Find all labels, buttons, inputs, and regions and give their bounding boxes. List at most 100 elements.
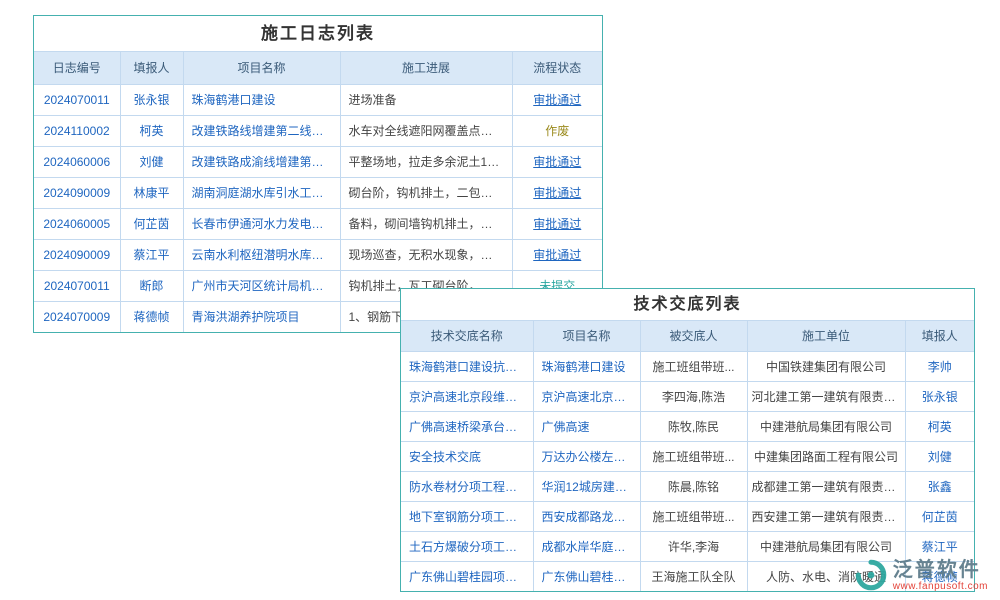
- table-row[interactable]: 2024090009林康平湖南洞庭湖水库引水工程...砌台阶，钩机排土，二包砌间…: [34, 177, 602, 208]
- log-id-cell[interactable]: 2024060005: [34, 208, 120, 239]
- construction-unit-cell: 中国铁建集团有限公司: [747, 351, 905, 381]
- table-row[interactable]: 2024090009蔡江平云南水利枢纽潜明水库一...现场巡查，无积水现象，水马…: [34, 239, 602, 270]
- project-name-cell[interactable]: 珠海鹤港口建设: [183, 84, 340, 115]
- table-row[interactable]: 土石方爆破分项工程...成都水岸华庭名苑...许华,李海中建港航局集团有限公司蔡…: [401, 531, 974, 561]
- table-row[interactable]: 珠海鹤港口建设抗浮...珠海鹤港口建设施工班组带班...中国铁建集团有限公司李帅: [401, 351, 974, 381]
- status-cell[interactable]: 作废: [512, 115, 602, 146]
- table-row[interactable]: 2024110002柯英改建铁路线增建第二线直...水车对全线遮阳网覆盖点进行.…: [34, 115, 602, 146]
- project-name-cell[interactable]: 长春市伊通河水力发电厂...: [183, 208, 340, 239]
- construction-unit-cell: 中建港航局集团有限公司: [747, 411, 905, 441]
- table-row[interactable]: 安全技术交底万达办公楼左侧A...施工班组带班...中建集团路面工程有限公司刘健: [401, 441, 974, 471]
- progress-cell: 砌台阶，钩机排土，二包砌间...: [340, 177, 512, 208]
- status-cell[interactable]: 审批通过: [512, 84, 602, 115]
- col-header-project: 项目名称: [183, 52, 340, 84]
- fanpu-watermark: 泛普软件 www.fanpusoft.com: [854, 558, 988, 592]
- disclosed-person-cell: 陈牧,陈民: [640, 411, 747, 441]
- technical-disclosure-table: 技术交底名称 项目名称 被交底人 施工单位 填报人 珠海鹤港口建设抗浮...珠海…: [401, 321, 974, 591]
- table-row[interactable]: 2024070011张永银珠海鹤港口建设进场准备审批通过: [34, 84, 602, 115]
- progress-cell: 水车对全线遮阳网覆盖点进行...: [340, 115, 512, 146]
- log-id-cell[interactable]: 2024070011: [34, 270, 120, 301]
- table-row[interactable]: 广佛高速桥梁承台施...广佛高速陈牧,陈民中建港航局集团有限公司柯英: [401, 411, 974, 441]
- project-name-cell[interactable]: 成都水岸华庭名苑...: [533, 531, 640, 561]
- project-name-cell[interactable]: 改建铁路成渝线增建第二...: [183, 146, 340, 177]
- table-row[interactable]: 2024060005何芷茵长春市伊通河水力发电厂...备料，砌间墙钩机排土，瓦工…: [34, 208, 602, 239]
- status-cell[interactable]: 审批通过: [512, 177, 602, 208]
- filler-cell[interactable]: 张永银: [120, 84, 183, 115]
- fanpu-logo-icon: [854, 558, 888, 592]
- col-header-disclosure-name: 技术交底名称: [401, 321, 533, 351]
- filler-cell[interactable]: 李帅: [905, 351, 974, 381]
- log-id-cell[interactable]: 2024110002: [34, 115, 120, 146]
- table-row[interactable]: 防水卷材分项工程施...华润12城房建工...陈晨,陈铭成都建工第一建筑有限责任…: [401, 471, 974, 501]
- project-name-cell[interactable]: 广佛高速: [533, 411, 640, 441]
- log-id-cell[interactable]: 2024070011: [34, 84, 120, 115]
- project-name-cell[interactable]: 改建铁路线增建第二线直...: [183, 115, 340, 146]
- disclosed-person-cell: 王海施工队全队: [640, 561, 747, 591]
- project-name-cell[interactable]: 云南水利枢纽潜明水库一...: [183, 239, 340, 270]
- project-name-cell[interactable]: 万达办公楼左侧A...: [533, 441, 640, 471]
- col-header-filler: 填报人: [120, 52, 183, 84]
- filler-cell[interactable]: 柯英: [120, 115, 183, 146]
- construction-unit-cell: 中建集团路面工程有限公司: [747, 441, 905, 471]
- table-row[interactable]: 地下室钢筋分项工程...西安成都路龙湖上...施工班组带班...西安建工第一建筑…: [401, 501, 974, 531]
- construction-log-panel: 施工日志列表 日志编号 填报人 项目名称 施工进展 流程状态 202407001…: [33, 15, 603, 333]
- disclosed-person-cell: 施工班组带班...: [640, 441, 747, 471]
- col-header-construction-unit: 施工单位: [747, 321, 905, 351]
- disclosed-person-cell: 陈晨,陈铭: [640, 471, 747, 501]
- filler-cell[interactable]: 何芷茵: [905, 501, 974, 531]
- filler-cell[interactable]: 蔡江平: [905, 531, 974, 561]
- filler-cell[interactable]: 张鑫: [905, 471, 974, 501]
- log-id-cell[interactable]: 2024090009: [34, 239, 120, 270]
- progress-cell: 平整场地，拉走多余泥土15辆...: [340, 146, 512, 177]
- col-header-disclosed-person: 被交底人: [640, 321, 747, 351]
- log-id-cell[interactable]: 2024070009: [34, 301, 120, 332]
- disclosure-name-cell[interactable]: 广佛高速桥梁承台施...: [401, 411, 533, 441]
- construction-unit-cell: 成都建工第一建筑有限责任公司: [747, 471, 905, 501]
- col-header-status: 流程状态: [512, 52, 602, 84]
- progress-cell: 备料，砌间墙钩机排土，瓦工...: [340, 208, 512, 239]
- technical-disclosure-title: 技术交底列表: [401, 289, 974, 321]
- disclosure-name-cell[interactable]: 广东佛山碧桂园项目...: [401, 561, 533, 591]
- disclosure-name-cell[interactable]: 京沪高速北京段维修...: [401, 381, 533, 411]
- disclosed-person-cell: 施工班组带班...: [640, 501, 747, 531]
- table-row[interactable]: 京沪高速北京段维修...京沪高速北京段维修李四海,陈浩河北建工第一建筑有限责任公…: [401, 381, 974, 411]
- filler-cell[interactable]: 刘健: [120, 146, 183, 177]
- construction-log-title: 施工日志列表: [34, 16, 602, 52]
- project-name-cell[interactable]: 湖南洞庭湖水库引水工程...: [183, 177, 340, 208]
- project-name-cell[interactable]: 华润12城房建工...: [533, 471, 640, 501]
- col-header-project: 项目名称: [533, 321, 640, 351]
- project-name-cell[interactable]: 西安成都路龙湖上...: [533, 501, 640, 531]
- log-id-cell[interactable]: 2024090009: [34, 177, 120, 208]
- status-cell[interactable]: 审批通过: [512, 239, 602, 270]
- filler-cell[interactable]: 林康平: [120, 177, 183, 208]
- disclosure-name-cell[interactable]: 珠海鹤港口建设抗浮...: [401, 351, 533, 381]
- project-name-cell[interactable]: 广东佛山碧桂园项目: [533, 561, 640, 591]
- filler-cell[interactable]: 刘健: [905, 441, 974, 471]
- progress-cell: 现场巡查，无积水现象，水马...: [340, 239, 512, 270]
- project-name-cell[interactable]: 青海洪湖养护院项目: [183, 301, 340, 332]
- technical-disclosure-panel: 技术交底列表 技术交底名称 项目名称 被交底人 施工单位 填报人 珠海鹤港口建设…: [400, 288, 975, 592]
- filler-cell[interactable]: 张永银: [905, 381, 974, 411]
- filler-cell[interactable]: 何芷茵: [120, 208, 183, 239]
- filler-cell[interactable]: 柯英: [905, 411, 974, 441]
- filler-cell[interactable]: 蔡江平: [120, 239, 183, 270]
- status-cell[interactable]: 审批通过: [512, 208, 602, 239]
- technical-disclosure-body: 珠海鹤港口建设抗浮...珠海鹤港口建设施工班组带班...中国铁建集团有限公司李帅…: [401, 351, 974, 591]
- disclosed-person-cell: 施工班组带班...: [640, 351, 747, 381]
- header-row: 日志编号 填报人 项目名称 施工进展 流程状态: [34, 52, 602, 84]
- col-header-progress: 施工进展: [340, 52, 512, 84]
- col-header-filler: 填报人: [905, 321, 974, 351]
- disclosed-person-cell: 许华,李海: [640, 531, 747, 561]
- filler-cell[interactable]: 断郎: [120, 270, 183, 301]
- project-name-cell[interactable]: 京沪高速北京段维修: [533, 381, 640, 411]
- disclosure-name-cell[interactable]: 防水卷材分项工程施...: [401, 471, 533, 501]
- status-cell[interactable]: 审批通过: [512, 146, 602, 177]
- project-name-cell[interactable]: 珠海鹤港口建设: [533, 351, 640, 381]
- filler-cell[interactable]: 蒋德帧: [120, 301, 183, 332]
- disclosure-name-cell[interactable]: 地下室钢筋分项工程...: [401, 501, 533, 531]
- table-row[interactable]: 2024060006刘健改建铁路成渝线增建第二...平整场地，拉走多余泥土15辆…: [34, 146, 602, 177]
- disclosure-name-cell[interactable]: 土石方爆破分项工程...: [401, 531, 533, 561]
- disclosure-name-cell[interactable]: 安全技术交底: [401, 441, 533, 471]
- log-id-cell[interactable]: 2024060006: [34, 146, 120, 177]
- project-name-cell[interactable]: 广州市天河区统计局机房...: [183, 270, 340, 301]
